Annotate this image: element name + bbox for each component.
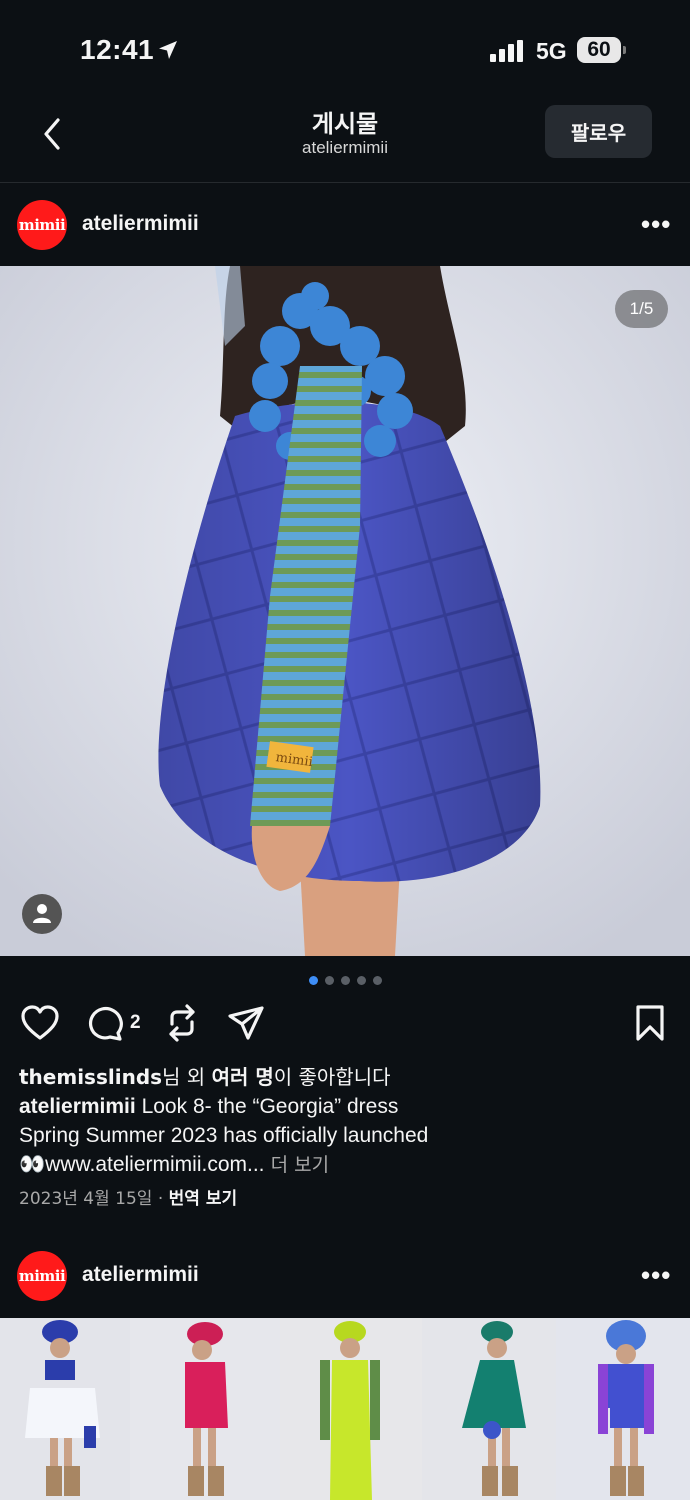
- caption-link[interactable]: www.ateliermimii.com...: [45, 1153, 264, 1176]
- likes-summary[interactable]: themisslinds님 외 여러 명이 좋아합니다: [19, 1061, 391, 1090]
- look-image-1: [0, 1318, 130, 1500]
- next-post-username[interactable]: ateliermimii: [82, 1263, 199, 1287]
- carousel-dot-3: [341, 976, 350, 985]
- avatar[interactable]: mimii: [17, 200, 67, 250]
- location-arrow-icon: [159, 41, 177, 59]
- look-image-3: [280, 1318, 422, 1500]
- status-time: 12:41: [80, 34, 155, 65]
- more-options-icon[interactable]: •••: [641, 209, 671, 240]
- caption-line-2: Spring Summer 2023 has officially launch…: [19, 1124, 429, 1147]
- cellular-signal-icon: [490, 40, 523, 62]
- liker-username[interactable]: themisslinds: [19, 1065, 162, 1089]
- post-date-row: 2023년 4월 15일 · 번역 보기: [19, 1184, 237, 1209]
- dress-photo-illustration: mimii: [0, 266, 690, 956]
- caption-username[interactable]: ateliermimii: [19, 1095, 136, 1118]
- next-post-image[interactable]: [0, 1318, 690, 1500]
- repost-icon[interactable]: [163, 1003, 201, 1043]
- carousel-dot-5: [373, 976, 382, 985]
- eyes-emoji: 👀: [19, 1153, 46, 1176]
- carousel-indicator: [309, 976, 382, 985]
- post-date: 2023년 4월 15일: [19, 1189, 153, 1209]
- tagged-people-button[interactable]: [22, 894, 62, 934]
- caption-line-1: Look 8- the “Georgia” dress: [135, 1095, 399, 1118]
- comment-count: 2: [130, 1012, 141, 1033]
- like-heart-icon[interactable]: [20, 1004, 60, 1042]
- see-more-link[interactable]: 더 보기: [265, 1154, 330, 1176]
- post-caption: ateliermimii Look 8- the “Georgia” dress…: [19, 1092, 679, 1180]
- network-type: 5G: [536, 38, 567, 64]
- bookmark-icon[interactable]: [634, 1004, 666, 1042]
- date-separator: ·: [152, 1189, 169, 1209]
- nav-header: 게시물 ateliermimii 팔로우: [0, 96, 690, 183]
- person-icon: [33, 904, 51, 923]
- look-image-2: [130, 1318, 280, 1500]
- comment-icon[interactable]: [86, 1004, 124, 1042]
- look-image-5: [556, 1318, 690, 1500]
- next-post-more-icon[interactable]: •••: [641, 1260, 671, 1291]
- likes-text-end: 이 좋아합니다: [273, 1065, 391, 1089]
- post-username[interactable]: ateliermimii: [82, 212, 199, 236]
- battery-tip: [623, 46, 626, 54]
- likes-others[interactable]: 여러 명: [212, 1065, 274, 1089]
- share-send-icon[interactable]: [226, 1004, 266, 1042]
- next-post-avatar[interactable]: mimii: [17, 1251, 67, 1301]
- carousel-dot-2: [325, 976, 334, 985]
- see-translation-link[interactable]: 번역 보기: [169, 1189, 237, 1209]
- carousel-dot-4: [357, 976, 366, 985]
- carousel-dot-1: [309, 976, 318, 985]
- battery-level: 60: [577, 37, 621, 63]
- look-image-4: [422, 1318, 556, 1500]
- likes-text-mid: 님 외: [162, 1065, 212, 1089]
- post-image[interactable]: mimii: [0, 266, 690, 956]
- image-counter: 1/5: [615, 290, 668, 328]
- follow-button[interactable]: 팔로우: [545, 105, 652, 158]
- status-bar: 12:41 5G 60: [0, 0, 690, 96]
